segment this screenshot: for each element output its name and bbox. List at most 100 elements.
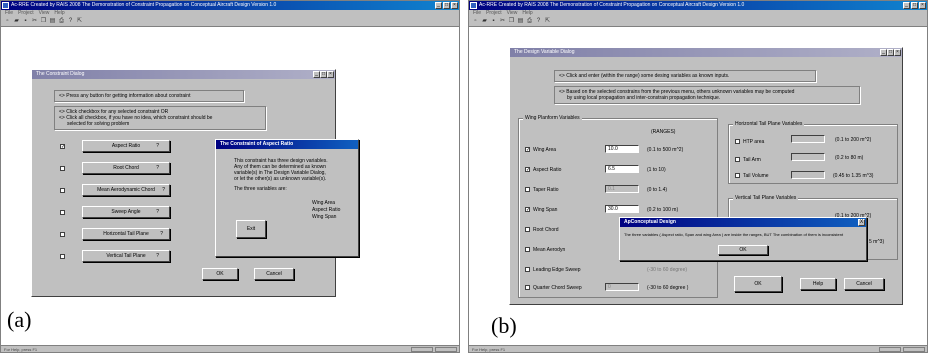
- status-cell: [903, 347, 925, 352]
- open-folder-icon[interactable]: ▰: [13, 18, 20, 25]
- close-icon[interactable]: X: [858, 219, 865, 226]
- close-icon[interactable]: ×: [327, 71, 334, 78]
- tail-arm-checkbox[interactable]: [735, 157, 740, 162]
- menu-view[interactable]: View: [507, 10, 518, 17]
- question-icon: ?: [156, 143, 159, 149]
- dv-help-button[interactable]: Help: [800, 278, 836, 290]
- taper-ratio-input[interactable]: 0.1: [605, 185, 639, 193]
- ok-button[interactable]: OK: [202, 268, 238, 280]
- exit-button[interactable]: Exit: [236, 220, 266, 238]
- print-icon[interactable]: ⎙: [526, 18, 533, 25]
- wing-planform-group: Wing Planform Variables (RANGES) ✓ Wing …: [518, 115, 718, 298]
- popup-var-wing-area: Wing Area: [312, 200, 336, 206]
- left-status-bar: For Help, press F1: [1, 345, 459, 352]
- help-icon[interactable]: ?: [67, 18, 74, 25]
- menu-help[interactable]: Help: [54, 10, 64, 17]
- aspect-ratio-label: Aspect Ratio: [533, 167, 562, 173]
- menu-help[interactable]: Help: [522, 10, 532, 17]
- cut-icon[interactable]: ✂: [499, 18, 506, 25]
- leading-edge-sweep-range: (-30 to 60 degree): [647, 267, 688, 273]
- dv-cancel-button[interactable]: Cancel: [844, 278, 884, 290]
- mac-checkbox[interactable]: [525, 247, 530, 252]
- dv-info-box-1: <> Click and enter (within the range) so…: [554, 70, 816, 82]
- minimize-icon[interactable]: _: [313, 71, 320, 78]
- vtp-volume-range: 5 m^3): [869, 239, 885, 245]
- htp-area-checkbox[interactable]: [735, 139, 740, 144]
- wing-area-checkbox[interactable]: ✓: [525, 147, 530, 153]
- tail-arm-label: Tail Arm: [743, 157, 761, 163]
- maximize-icon[interactable]: □: [911, 2, 918, 9]
- wing-area-input[interactable]: 10.0: [605, 145, 639, 153]
- left-status-text: For Help, press F1: [4, 347, 38, 352]
- new-file-icon[interactable]: ▫: [4, 18, 11, 25]
- constraint-checkbox-sweep-angle[interactable]: [60, 210, 65, 215]
- horizontal-tail-plane-button[interactable]: Horizontal Tail Plane ?: [82, 228, 170, 240]
- copy-icon[interactable]: ❐: [40, 18, 47, 25]
- menu-project[interactable]: Project: [18, 10, 34, 17]
- aspect-ratio-input[interactable]: 6.5: [605, 165, 639, 173]
- vtp-group-title: Vertical Tail Plane Variables: [733, 195, 799, 201]
- menu-file[interactable]: File: [473, 10, 481, 17]
- vertical-tail-plane-button[interactable]: Vertical Tail Plane ?: [82, 250, 170, 262]
- info-arrow-icon: <>: [559, 73, 565, 79]
- constraint-checkbox-aspect-ratio[interactable]: ✓: [60, 144, 65, 150]
- aspect-ratio-checkbox[interactable]: ✓: [525, 167, 530, 173]
- question-icon: ?: [160, 231, 163, 237]
- taper-ratio-checkbox[interactable]: [525, 187, 530, 192]
- aspect-ratio-button[interactable]: Aspect Ratio ?: [82, 140, 170, 152]
- save-icon[interactable]: ▪: [22, 18, 29, 25]
- constraint-dialog-title-bar: The Constraint Dialog _ □ ×: [32, 70, 335, 79]
- help-icon[interactable]: ?: [535, 18, 542, 25]
- app-icon: [2, 2, 9, 9]
- close-icon[interactable]: ×: [894, 49, 901, 56]
- tail-arm-input[interactable]: [791, 153, 825, 161]
- minimize-icon[interactable]: _: [435, 2, 442, 9]
- minimize-icon[interactable]: _: [903, 2, 910, 9]
- popup-text-line4: or let the other(s) as unknown variable(…: [234, 176, 327, 182]
- leading-edge-sweep-checkbox[interactable]: [525, 267, 530, 272]
- constraint-checkbox-htp[interactable]: [60, 232, 65, 237]
- quarter-chord-sweep-input[interactable]: 0: [605, 283, 639, 291]
- constraint-checkbox-root-chord[interactable]: [60, 166, 65, 171]
- cut-icon[interactable]: ✂: [31, 18, 38, 25]
- constraint-info-box-1: <> Press any button for getting informat…: [54, 90, 244, 102]
- vtp-label: Vertical Tail Plane: [106, 253, 146, 259]
- wing-span-checkbox[interactable]: ✓: [525, 207, 530, 213]
- sweep-angle-button[interactable]: Sweep Angle ?: [82, 206, 170, 218]
- maximize-icon[interactable]: □: [443, 2, 450, 9]
- open-folder-icon[interactable]: ▰: [481, 18, 488, 25]
- question-icon: ?: [156, 165, 159, 171]
- tail-volume-checkbox[interactable]: [735, 173, 740, 178]
- paste-icon[interactable]: ▤: [517, 18, 524, 25]
- menu-view[interactable]: View: [39, 10, 50, 17]
- minimize-icon[interactable]: _: [880, 49, 887, 56]
- aspect-ratio-popup: The Constraint of Aspect Ratio This cons…: [215, 139, 359, 257]
- right-toolbar: ▫ ▰ ▪ ✂ ❐ ▤ ⎙ ? ⇱: [469, 17, 927, 27]
- menu-file[interactable]: File: [5, 10, 13, 17]
- htp-area-input[interactable]: [791, 135, 825, 143]
- save-icon[interactable]: ▪: [490, 18, 497, 25]
- maximize-icon[interactable]: □: [320, 71, 327, 78]
- quarter-chord-sweep-checkbox[interactable]: [525, 285, 530, 290]
- constraint-checkbox-vtp[interactable]: [60, 254, 65, 259]
- close-icon[interactable]: ×: [451, 2, 458, 9]
- root-chord-button[interactable]: Root Chord ?: [82, 162, 170, 174]
- print-icon[interactable]: ⎙: [58, 18, 65, 25]
- constraint-checkbox-mac[interactable]: [60, 188, 65, 193]
- cancel-button[interactable]: Cancel: [254, 268, 294, 280]
- wing-span-input[interactable]: 30.0: [605, 205, 639, 213]
- copy-icon[interactable]: ❐: [508, 18, 515, 25]
- message-box-ok-button[interactable]: OK: [718, 245, 768, 255]
- tail-volume-input[interactable]: [791, 171, 825, 179]
- paste-icon[interactable]: ▤: [49, 18, 56, 25]
- context-help-icon[interactable]: ⇱: [544, 18, 551, 25]
- close-icon[interactable]: ×: [919, 2, 926, 9]
- mean-aerodynamic-chord-button[interactable]: Mean Aerodynamic Chord ?: [82, 184, 170, 196]
- context-help-icon[interactable]: ⇱: [76, 18, 83, 25]
- root-chord-checkbox[interactable]: [525, 227, 530, 232]
- menu-project[interactable]: Project: [486, 10, 502, 17]
- dv-dialog-title-bar: The Design Variable Dialog _ □ ×: [510, 48, 902, 57]
- dv-ok-button[interactable]: OK: [734, 276, 782, 292]
- maximize-icon[interactable]: □: [887, 49, 894, 56]
- new-file-icon[interactable]: ▫: [472, 18, 479, 25]
